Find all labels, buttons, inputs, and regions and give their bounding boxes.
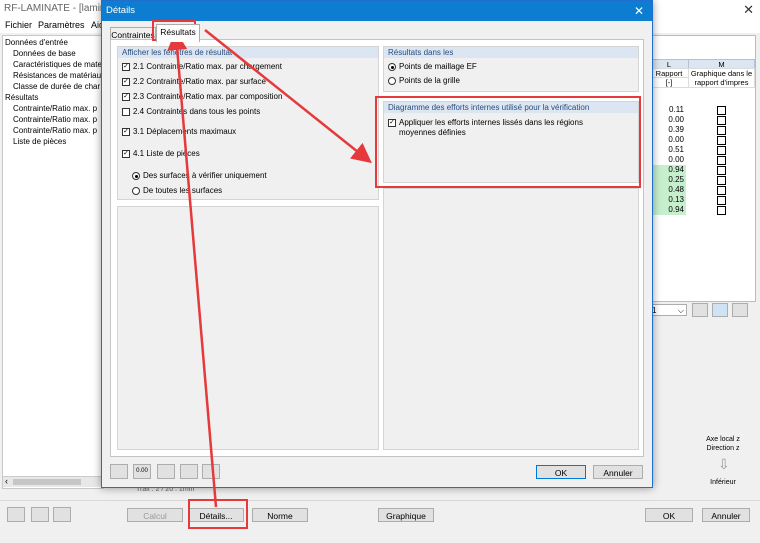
arrow-details-to-tab [167, 30, 218, 508]
arrow-tab-to-group [204, 29, 372, 164]
annotation-arrows [167, 29, 372, 508]
tab-resultats[interactable]: Résultats [156, 24, 200, 42]
